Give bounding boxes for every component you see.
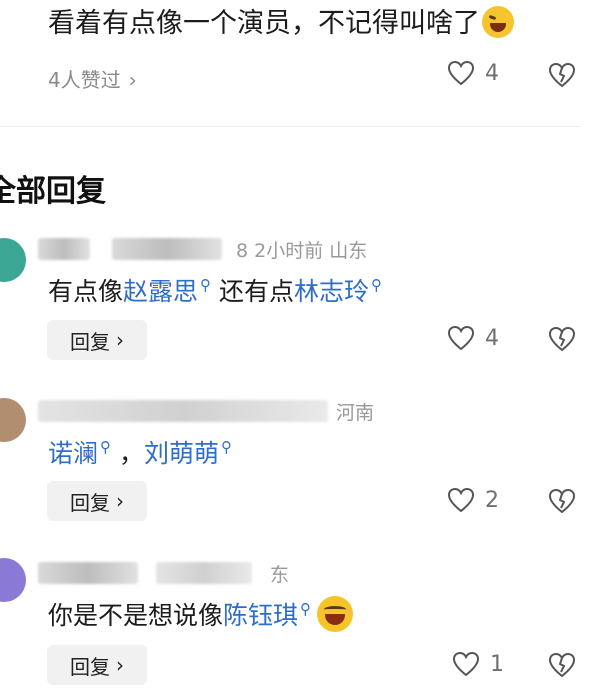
reply-meta: 东 — [270, 564, 290, 586]
broken-heart-icon — [548, 62, 576, 88]
top-like-button[interactable]: 4 — [447, 60, 499, 86]
like-count: 2 — [485, 487, 499, 513]
search-icon: ⚲ — [220, 438, 232, 456]
person-link[interactable]: 赵露思 — [123, 277, 198, 306]
like-button[interactable]: 4 — [447, 325, 499, 351]
like-count: 4 — [485, 60, 499, 86]
search-icon: ⚲ — [100, 438, 112, 456]
broken-heart-icon — [548, 652, 576, 678]
blurred-username — [38, 400, 328, 422]
reply-text: 你是不是想说像陈钰琪 ⚲ — [48, 596, 354, 632]
heart-icon — [452, 651, 480, 677]
blurred-username — [156, 562, 252, 584]
laughing-crying-emoji-icon — [482, 6, 514, 38]
section-title: 全部回复 — [0, 174, 106, 209]
reply-button[interactable]: 回复 › — [47, 320, 147, 360]
avatar[interactable] — [0, 398, 26, 442]
person-link[interactable]: 刘萌萌 — [144, 439, 219, 468]
blurred-username — [38, 562, 138, 584]
like-count: 4 — [485, 325, 499, 351]
reply-text: 诺澜 ⚲ ，刘萌萌 ⚲ — [48, 438, 232, 468]
divider — [0, 126, 580, 127]
search-icon: ⚲ — [200, 276, 212, 294]
reply-button[interactable]: 回复 › — [47, 481, 147, 521]
liked-by-label: 4人赞过 — [48, 68, 121, 92]
avatar[interactable] — [0, 238, 26, 282]
chevron-right-icon: › — [116, 489, 124, 513]
person-link[interactable]: 诺澜 — [48, 439, 98, 468]
top-dislike-button[interactable] — [548, 62, 576, 92]
person-link[interactable]: 陈钰琪 — [223, 601, 298, 630]
reply-meta: 8 2小时前 山东 — [236, 240, 368, 262]
chevron-right-icon: › — [116, 653, 124, 677]
like-button[interactable]: 1 — [452, 651, 504, 677]
heart-icon — [447, 60, 475, 86]
laughing-emoji-icon — [317, 596, 354, 632]
blurred-username — [112, 238, 222, 260]
chevron-right-icon: › — [116, 328, 124, 352]
search-icon: ⚲ — [371, 276, 382, 294]
liked-by-link[interactable]: 4人赞过 › — [48, 64, 137, 93]
dislike-button[interactable] — [548, 488, 576, 518]
like-count: 1 — [490, 651, 504, 677]
reply-button[interactable]: 回复 › — [47, 645, 147, 685]
heart-icon — [447, 325, 475, 351]
reply-meta: 河南 — [336, 402, 375, 424]
like-button[interactable]: 2 — [447, 487, 499, 513]
search-icon: ⚲ — [300, 600, 312, 618]
blurred-username — [38, 238, 90, 260]
dislike-button[interactable] — [548, 652, 576, 682]
avatar[interactable] — [0, 558, 26, 602]
person-link[interactable]: 林志玲 — [294, 277, 369, 306]
heart-icon — [447, 487, 475, 513]
chevron-right-icon: › — [128, 68, 137, 92]
top-comment-text: 看着有点像一个演员，不记得叫啥了 — [48, 6, 514, 42]
broken-heart-icon — [548, 326, 576, 352]
broken-heart-icon — [548, 488, 576, 514]
reply-text: 有点像赵露思 ⚲ 还有点林志玲 ⚲ — [48, 276, 382, 306]
dislike-button[interactable] — [548, 326, 576, 356]
